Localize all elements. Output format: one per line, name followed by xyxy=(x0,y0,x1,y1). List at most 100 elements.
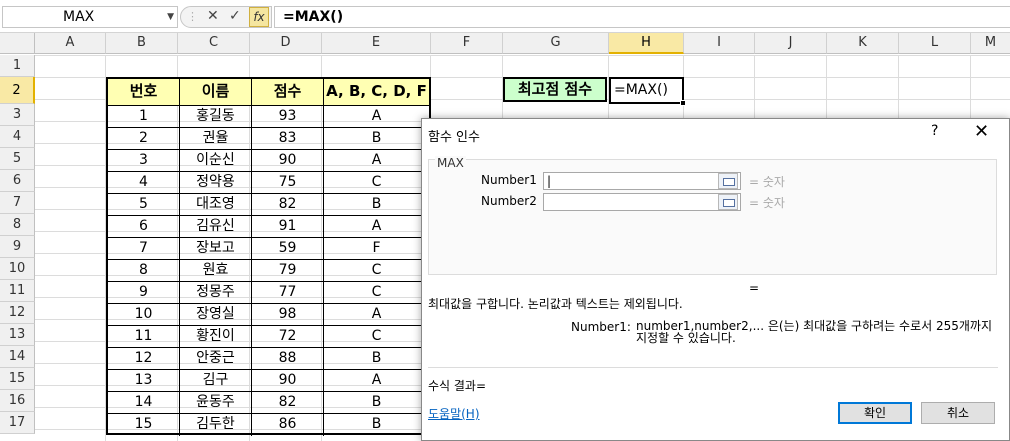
fill-handle[interactable] xyxy=(680,100,686,106)
cell-grade[interactable]: A xyxy=(324,304,429,326)
help-link[interactable]: 도움말(H) xyxy=(428,405,480,422)
cell-name[interactable]: 황진이 xyxy=(180,326,252,348)
row-header-17[interactable]: 17 xyxy=(0,412,35,434)
cell-score[interactable]: 82 xyxy=(252,392,324,414)
col-header-c[interactable]: C xyxy=(178,33,250,54)
cell-grade[interactable]: B xyxy=(324,128,429,150)
cell-score[interactable]: 79 xyxy=(252,260,324,282)
cell-score[interactable]: 93 xyxy=(252,106,324,128)
row-header-9[interactable]: 9 xyxy=(0,236,35,258)
cell-name[interactable]: 김유신 xyxy=(180,216,252,238)
header-name[interactable]: 이름 xyxy=(180,79,252,106)
formula-input[interactable]: =MAX() xyxy=(274,6,1010,28)
cell-grade[interactable]: C xyxy=(324,172,429,194)
cell-name[interactable]: 정약용 xyxy=(180,172,252,194)
cell-score[interactable]: 86 xyxy=(252,414,324,436)
cell-number[interactable]: 9 xyxy=(108,282,180,304)
cancel-icon[interactable]: ✕ xyxy=(207,8,219,24)
cell-grade[interactable]: C xyxy=(324,282,429,304)
row-header-12[interactable]: 12 xyxy=(0,302,35,324)
cell-grade[interactable]: F xyxy=(324,238,429,260)
cell-number[interactable]: 11 xyxy=(108,326,180,348)
col-header-m[interactable]: M xyxy=(971,33,1010,54)
collapse-dialog-icon[interactable] xyxy=(718,194,738,210)
cell-number[interactable]: 8 xyxy=(108,260,180,282)
cell-name[interactable]: 원효 xyxy=(180,260,252,282)
row-header-6[interactable]: 6 xyxy=(0,170,35,192)
close-icon[interactable]: ✕ xyxy=(974,121,989,142)
cell-grade[interactable]: B xyxy=(324,194,429,216)
cell-name[interactable]: 장영실 xyxy=(180,304,252,326)
col-header-l[interactable]: L xyxy=(899,33,971,54)
cell-number[interactable]: 7 xyxy=(108,238,180,260)
insert-function-icon[interactable]: fx xyxy=(249,7,269,27)
row-header-16[interactable]: 16 xyxy=(0,390,35,412)
cell-number[interactable]: 1 xyxy=(108,106,180,128)
header-number[interactable]: 번호 xyxy=(108,79,180,106)
row-header-7[interactable]: 7 xyxy=(0,192,35,214)
cell-name[interactable]: 권율 xyxy=(180,128,252,150)
row-header-8[interactable]: 8 xyxy=(0,214,35,236)
row-header-13[interactable]: 13 xyxy=(0,324,35,346)
row-header-11[interactable]: 11 xyxy=(0,280,35,302)
row-header-5[interactable]: 5 xyxy=(0,148,35,170)
col-header-k[interactable]: K xyxy=(827,33,899,54)
cell-score[interactable]: 72 xyxy=(252,326,324,348)
col-header-e[interactable]: E xyxy=(322,33,431,54)
cell-number[interactable]: 4 xyxy=(108,172,180,194)
cell-grade[interactable]: A xyxy=(324,216,429,238)
col-header-g[interactable]: G xyxy=(503,33,609,54)
number2-input[interactable] xyxy=(543,193,741,211)
cell-score[interactable]: 91 xyxy=(252,216,324,238)
cell-grade[interactable]: C xyxy=(324,326,429,348)
cell-name[interactable]: 김두한 xyxy=(180,414,252,436)
cell-grade[interactable]: A xyxy=(324,150,429,172)
cell-number[interactable]: 2 xyxy=(108,128,180,150)
cell-number[interactable]: 5 xyxy=(108,194,180,216)
cell-grade[interactable]: B xyxy=(324,348,429,370)
col-header-h[interactable]: H xyxy=(609,33,684,54)
cell-number[interactable]: 13 xyxy=(108,370,180,392)
cell-score[interactable]: 59 xyxy=(252,238,324,260)
cell-grade[interactable]: C xyxy=(324,260,429,282)
collapse-dialog-icon[interactable] xyxy=(718,173,738,189)
cell-number[interactable]: 12 xyxy=(108,348,180,370)
cancel-button[interactable]: 취소 xyxy=(921,402,995,424)
cell-score[interactable]: 82 xyxy=(252,194,324,216)
number1-input[interactable]: | xyxy=(543,172,741,190)
col-header-i[interactable]: I xyxy=(684,33,755,54)
cell-score[interactable]: 88 xyxy=(252,348,324,370)
chevron-down-icon[interactable]: ▼ xyxy=(167,7,174,27)
header-score[interactable]: 점수 xyxy=(252,79,324,106)
row-header-14[interactable]: 14 xyxy=(0,346,35,368)
help-icon[interactable]: ? xyxy=(931,123,938,139)
cell-name[interactable]: 홍길동 xyxy=(180,106,252,128)
cell-name[interactable]: 윤동주 xyxy=(180,392,252,414)
col-header-j[interactable]: J xyxy=(755,33,827,54)
ok-button[interactable]: 확인 xyxy=(838,402,912,424)
cell-score[interactable]: 98 xyxy=(252,304,324,326)
select-all-corner[interactable] xyxy=(0,33,35,54)
cell-score[interactable]: 90 xyxy=(252,370,324,392)
row-header-2[interactable]: 2 xyxy=(0,77,35,104)
row-header-3[interactable]: 3 xyxy=(0,104,35,126)
cell-grade[interactable]: B xyxy=(324,392,429,414)
cell-name[interactable]: 대조영 xyxy=(180,194,252,216)
cell-grade[interactable]: A xyxy=(324,370,429,392)
cell-score[interactable]: 83 xyxy=(252,128,324,150)
cell-score[interactable]: 77 xyxy=(252,282,324,304)
name-box[interactable]: MAX ▼ xyxy=(2,6,178,28)
cell-number[interactable]: 15 xyxy=(108,414,180,436)
row-header-1[interactable]: 1 xyxy=(0,55,35,77)
row-header-15[interactable]: 15 xyxy=(0,368,35,390)
cell-number[interactable]: 10 xyxy=(108,304,180,326)
cell-grade[interactable]: A xyxy=(324,106,429,128)
col-header-f[interactable]: F xyxy=(431,33,503,54)
cell-name[interactable]: 김구 xyxy=(180,370,252,392)
enter-icon[interactable]: ✓ xyxy=(229,8,241,24)
cell-name[interactable]: 안중근 xyxy=(180,348,252,370)
cell-score[interactable]: 90 xyxy=(252,150,324,172)
row-header-10[interactable]: 10 xyxy=(0,258,35,280)
cell-name[interactable]: 이순신 xyxy=(180,150,252,172)
cell-name[interactable]: 장보고 xyxy=(180,238,252,260)
